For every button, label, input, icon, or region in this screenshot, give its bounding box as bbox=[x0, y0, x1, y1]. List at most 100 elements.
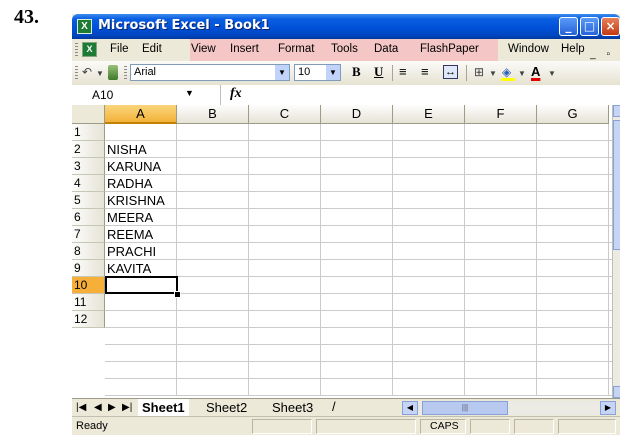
column-header-a[interactable]: A bbox=[105, 105, 177, 124]
size-dropdown-arrow-icon[interactable]: ▼ bbox=[326, 65, 340, 80]
excel-window: X Microsoft Excel - Book1 _ □ × X File E… bbox=[72, 14, 620, 435]
font-dropdown-arrow-icon[interactable]: ▼ bbox=[275, 65, 289, 80]
tab-sheet3[interactable]: Sheet3 bbox=[268, 399, 317, 416]
row-header-10[interactable]: 10 bbox=[72, 277, 105, 294]
scroll-right-button[interactable]: ▶ bbox=[600, 401, 616, 415]
insert-function-icon[interactable]: fx bbox=[230, 86, 242, 102]
row-header-4[interactable]: 4 bbox=[72, 175, 105, 192]
menu-grip-icon[interactable] bbox=[75, 43, 78, 57]
horizontal-scrollbar[interactable]: ◀ ||| ▶ bbox=[402, 401, 616, 415]
undo-icon[interactable]: ↶ bbox=[82, 65, 92, 79]
font-name-select[interactable]: Arial ▼ bbox=[130, 64, 290, 81]
menu-insert[interactable]: Insert bbox=[230, 43, 259, 55]
status-panel-5 bbox=[558, 419, 616, 434]
last-sheet-icon[interactable]: ▶| bbox=[122, 402, 132, 413]
tab-sheet2[interactable]: Sheet2 bbox=[202, 399, 251, 416]
menu-flashpaper[interactable]: FlashPaper bbox=[420, 43, 479, 55]
close-button[interactable]: × bbox=[601, 17, 620, 36]
toolbar-grip-icon-2[interactable] bbox=[124, 66, 127, 81]
status-panel-3 bbox=[470, 419, 510, 434]
cell-a12[interactable] bbox=[105, 311, 177, 328]
horizontal-scroll-thumb[interactable]: ||| bbox=[422, 401, 508, 415]
status-panel-4 bbox=[514, 419, 554, 434]
undo-dropdown-icon[interactable]: ▼ bbox=[96, 69, 104, 78]
column-header-g[interactable]: G bbox=[537, 105, 609, 124]
cell-a11[interactable] bbox=[105, 294, 177, 311]
cell-a8[interactable]: PRACHI bbox=[105, 243, 177, 260]
cell-a7[interactable]: REEMA bbox=[105, 226, 177, 243]
scroll-left-button[interactable]: ◀ bbox=[402, 401, 418, 415]
minimize-button[interactable]: _ bbox=[559, 17, 578, 36]
cell-a3[interactable]: KARUNA bbox=[105, 158, 177, 175]
name-box[interactable]: A10 bbox=[92, 88, 113, 102]
cell-a9[interactable]: KAVITA bbox=[105, 260, 177, 277]
cell-a4[interactable]: RADHA bbox=[105, 175, 177, 192]
font-color-dropdown-icon[interactable]: ▼ bbox=[548, 69, 556, 78]
status-text: Ready bbox=[76, 420, 108, 432]
merge-center-icon[interactable]: ↔ bbox=[443, 65, 458, 79]
column-header-e[interactable]: E bbox=[393, 105, 465, 124]
maximize-button[interactable]: □ bbox=[580, 17, 599, 36]
toolbar-grip-icon[interactable] bbox=[75, 66, 78, 81]
excel-app-icon[interactable]: X bbox=[77, 19, 92, 34]
select-all-corner[interactable] bbox=[72, 105, 105, 124]
menu-view[interactable]: View bbox=[191, 43, 216, 55]
row-header-3[interactable]: 3 bbox=[72, 158, 105, 175]
first-sheet-icon[interactable]: |◀ bbox=[76, 402, 86, 413]
column-header-c[interactable]: C bbox=[249, 105, 321, 124]
active-cell[interactable] bbox=[105, 276, 178, 294]
row-header-12[interactable]: 12 bbox=[72, 311, 105, 328]
window-title: Microsoft Excel - Book1 bbox=[98, 18, 270, 33]
row-header-2[interactable]: 2 bbox=[72, 141, 105, 158]
menu-edit[interactable]: Edit bbox=[142, 43, 162, 55]
menu-format[interactable]: Format bbox=[278, 43, 314, 55]
row-header-5[interactable]: 5 bbox=[72, 192, 105, 209]
borders-dropdown-icon[interactable]: ▼ bbox=[489, 69, 497, 78]
cell-a2[interactable]: NISHA bbox=[105, 141, 177, 158]
row-header-7[interactable]: 7 bbox=[72, 226, 105, 243]
cell-a1[interactable] bbox=[105, 124, 177, 141]
bold-button[interactable]: B bbox=[352, 64, 361, 80]
row-header-1[interactable]: 1 bbox=[72, 124, 105, 141]
name-box-dropdown-icon[interactable]: ▼ bbox=[185, 88, 194, 98]
formula-bar-separator bbox=[220, 85, 221, 105]
align-center-icon[interactable]: ≡ bbox=[421, 64, 429, 79]
row-header-9[interactable]: 9 bbox=[72, 260, 105, 277]
borders-icon[interactable]: ⊞ bbox=[474, 65, 484, 79]
menu-help[interactable]: Help bbox=[561, 43, 585, 55]
menu-window[interactable]: Window bbox=[508, 43, 549, 55]
column-header-f[interactable]: F bbox=[465, 105, 537, 124]
font-size-select[interactable]: 10 ▼ bbox=[294, 64, 341, 81]
align-left-icon[interactable]: ≡ bbox=[399, 64, 407, 79]
font-color-icon[interactable]: A bbox=[531, 64, 540, 79]
menu-data[interactable]: Data bbox=[374, 43, 398, 55]
column-header-b[interactable]: B bbox=[177, 105, 249, 124]
cell-a5[interactable]: KRISHNA bbox=[105, 192, 177, 209]
vertical-scroll-thumb[interactable] bbox=[613, 120, 620, 250]
row-header-11[interactable]: 11 bbox=[72, 294, 105, 311]
fill-handle[interactable] bbox=[174, 291, 181, 298]
menu-bar: X File Edit View Insert Format Tools Dat… bbox=[72, 39, 620, 61]
paint-icon[interactable] bbox=[108, 65, 118, 80]
row-header-8[interactable]: 8 bbox=[72, 243, 105, 260]
prev-sheet-icon[interactable]: ◀ bbox=[94, 402, 102, 413]
column-header-d[interactable]: D bbox=[321, 105, 393, 124]
vertical-scrollbar[interactable] bbox=[612, 105, 620, 398]
menu-file[interactable]: File bbox=[110, 43, 129, 55]
row-header-6[interactable]: 6 bbox=[72, 209, 105, 226]
cell-a6[interactable]: MEERA bbox=[105, 209, 177, 226]
sheet-tabs-bar: |◀ ◀ ▶ ▶| Sheet1 Sheet2 Sheet3 / ◀ ||| ▶ bbox=[72, 398, 620, 417]
cell-grid[interactable] bbox=[105, 124, 612, 396]
menu-tools[interactable]: Tools bbox=[331, 43, 358, 55]
underline-button[interactable]: U bbox=[374, 64, 383, 80]
scroll-up-button[interactable] bbox=[613, 105, 620, 117]
tab-sheet1[interactable]: Sheet1 bbox=[138, 399, 189, 416]
scroll-down-button[interactable] bbox=[613, 386, 620, 398]
fill-color-icon[interactable]: ◈ bbox=[502, 65, 511, 79]
spreadsheet-grid[interactable]: ABCDEFG 1 2 3 4 5 6 7 8 9 10 11 12 NISHA KARUNA RADHA… bbox=[72, 105, 620, 398]
next-sheet-icon[interactable]: ▶ bbox=[108, 402, 116, 413]
title-bar[interactable]: X Microsoft Excel - Book1 _ □ × bbox=[72, 14, 620, 39]
fill-color-dropdown-icon[interactable]: ▼ bbox=[518, 69, 526, 78]
document-controls[interactable]: _ ▫ bbox=[590, 49, 614, 60]
workbook-icon[interactable]: X bbox=[82, 42, 97, 57]
